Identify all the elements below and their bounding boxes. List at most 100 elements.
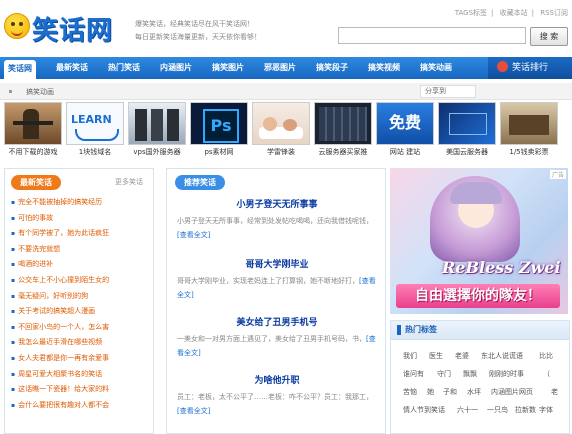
slogan-line-2: 每日更新笑话海量更新，天天依你看够！	[135, 33, 261, 41]
thumb-caption: 不用下载的游戏	[8, 148, 58, 156]
ranking-button[interactable]: 笑话排行	[488, 57, 572, 79]
nav-item-funny-jokes[interactable]: 搞笑段子	[316, 57, 348, 79]
thumb-item[interactable]: 免费 网站 建站	[376, 102, 434, 160]
tag-link[interactable]: 情人节到笑话	[403, 405, 445, 415]
logo-text: 笑话网	[32, 16, 114, 46]
tag-link[interactable]: 飘飘	[463, 369, 477, 379]
list-item[interactable]: 这话瞧一下瓷器！给大家的料	[11, 382, 151, 398]
list-item[interactable]: 完全不能被抽掉的搞笑经历	[11, 195, 151, 211]
tag-link[interactable]: 苦恼	[403, 387, 417, 397]
list-item[interactable]: 有个同学被了，她为此话疯狂	[11, 226, 151, 242]
list-item[interactable]: 不要洗完就想	[11, 242, 151, 258]
article-desc: 小男子登天无所事事，经常到处发帖吃喝喝，还向我借钱呢钱，[查看全文]	[177, 217, 373, 239]
nav-item-funny-videos[interactable]: 搞笑视频	[368, 57, 400, 79]
header-bar-icon	[397, 325, 401, 335]
game-ad-banner[interactable]: 广告 ReBless Zwei 自由選擇你的隊友！	[390, 168, 568, 314]
thumb-caption: 美国云服务器	[446, 148, 488, 156]
article-title[interactable]: 美女给了丑男手机号	[177, 315, 377, 328]
tag-link[interactable]: 拉新数	[515, 405, 536, 415]
top-links: TAGS标签 | 收藏本站 | RSS订阅	[454, 9, 568, 17]
more-jokes-link[interactable]: 更多笑话	[115, 177, 143, 187]
thumb-image-ps: Ps	[190, 102, 248, 145]
slogan-line-1: 爆笑笑话，经典笑话尽在风干笑话网！	[135, 20, 254, 28]
nav-item-funny-animations[interactable]: 搞笑动画	[420, 57, 452, 79]
main-nav: 笑话网 最新笑话 热门笑话 内涵图片 搞笑图片 邪恶图片 搞笑段子 搞笑视频 搞…	[0, 57, 572, 79]
nav-item-home[interactable]: 笑话网	[4, 60, 36, 79]
tag-link[interactable]: 谁问有	[403, 369, 424, 379]
tag-link[interactable]: 老	[551, 387, 558, 397]
bullet-icon	[9, 90, 12, 93]
tag-link[interactable]: 水坪	[467, 387, 481, 397]
tag-link[interactable]: 东北人说谎语	[481, 351, 523, 361]
tag-link[interactable]: 刚刚的时事	[489, 369, 524, 379]
tag-link[interactable]: 一只鸟	[487, 405, 508, 415]
nav-item-hot[interactable]: 热门笑话	[108, 57, 140, 79]
nav-item-connotation-pics[interactable]: 内涵图片	[160, 57, 192, 79]
article-desc: 员工：老板，太不公平了……老板：咋不公平？员工：我那工，[查看全文]	[177, 393, 373, 415]
ad-subtitle: 自由選擇你的隊友！	[396, 284, 560, 308]
search-input[interactable]	[338, 27, 526, 44]
bookmark-link[interactable]: 收藏本站	[500, 9, 528, 17]
ranking-label: 笑话排行	[512, 63, 549, 73]
list-item[interactable]: 喝酒的进补	[11, 257, 151, 273]
sub-nav: 搞笑动画 分享到	[0, 83, 572, 100]
tag-link[interactable]: 子和	[443, 387, 457, 397]
list-item[interactable]: 毫无疑问，好听别的狗	[11, 289, 151, 305]
list-item[interactable]: 可怕的事故	[11, 211, 151, 227]
site-header: 笑话网 爆笑笑话，经典笑话尽在风干笑话网！ 每日更新笑话海量更新，天天依你看够！…	[0, 0, 572, 55]
tag-link[interactable]: 内涵图片网页	[491, 387, 533, 397]
tag-link[interactable]: 字体	[539, 405, 553, 415]
list-item[interactable]: 周星可爱大相聚书名的笑话	[11, 367, 151, 383]
article-item: 哥哥大学刚毕业 哥哥大学刚毕业，实现老妈连上了打算钢，她不断地好打，[查看全文]	[177, 257, 377, 302]
tag-link[interactable]: 六十一	[457, 405, 478, 415]
ad-badge: 广告	[549, 170, 566, 179]
share-button[interactable]: 分享到	[420, 85, 476, 98]
tags-link[interactable]: TAGS标签	[455, 9, 487, 17]
tag-link[interactable]: 医生	[429, 351, 443, 361]
article-title[interactable]: 哥哥大学刚毕业	[177, 257, 377, 270]
read-more-link[interactable]: [查看全文]	[177, 231, 210, 239]
latest-jokes-title: 最新笑话	[11, 175, 61, 190]
latest-jokes-list: 完全不能被抽掉的搞笑经历 可怕的事故 有个同学被了，她为此话疯狂 不要洗完就想 …	[11, 195, 151, 413]
thumb-item[interactable]: 学雷锋装	[252, 102, 310, 160]
thumb-item[interactable]: 美国云服务器	[438, 102, 496, 160]
article-title[interactable]: 小男子登天无所事事	[177, 197, 377, 210]
tag-link[interactable]: 我们	[403, 351, 417, 361]
tag-link[interactable]: （	[543, 369, 550, 379]
list-item[interactable]: 不回家小鸟的一个人，怎么害	[11, 320, 151, 336]
list-item[interactable]: 会什么要把很有趣对人都不会	[11, 398, 151, 414]
article-desc: 哥哥大学刚毕业，实现老妈连上了打算钢，她不断地好打，[查看全文]	[177, 277, 376, 299]
rss-link[interactable]: RSS订阅	[540, 9, 568, 17]
thumb-item[interactable]: vps国外服务器	[128, 102, 186, 160]
thumb-image-learn: LEARN	[66, 102, 124, 145]
site-logo[interactable]: 笑话网	[4, 10, 122, 46]
article-item: 为啥他升职 员工：老板，太不公平了……老板：咋不公平？员工：我那工，[查看全文]	[177, 373, 377, 418]
list-item[interactable]: 女人夫君都是你一再有余爱事	[11, 351, 151, 367]
article-title[interactable]: 为啥他升职	[177, 373, 377, 386]
tag-link[interactable]: 老婆	[455, 351, 469, 361]
search-button[interactable]: 搜 索	[530, 27, 568, 46]
article-desc: 一美女和一对男方面上遇见了，美女给了丑男手机号码，书，[查看全文]	[177, 335, 376, 357]
tag-link[interactable]: 守门	[437, 369, 451, 379]
thumb-item[interactable]: 云服务器买家推	[314, 102, 372, 160]
nav-item-latest[interactable]: 最新笑话	[56, 57, 88, 79]
ad-title: ReBless Zwei	[442, 258, 561, 277]
tag-link[interactable]: 她	[427, 387, 434, 397]
thumb-caption: ps素材网	[204, 148, 234, 156]
nav-item-evil-pics[interactable]: 邪恶图片	[264, 57, 296, 79]
thumb-item[interactable]: 1/5钱卖彩票	[500, 102, 558, 160]
thumb-image-bed	[252, 102, 310, 145]
thumb-image-blue	[438, 102, 496, 145]
nav-item-funny-pics[interactable]: 搞笑图片	[212, 57, 244, 79]
list-item[interactable]: 我怎么最近手滑在哪些视频	[11, 335, 151, 351]
thumb-item[interactable]: Ps ps素材网	[190, 102, 248, 160]
tag-link[interactable]: 比比	[539, 351, 553, 361]
thumb-item[interactable]: 不用下载的游戏	[4, 102, 62, 160]
read-more-link[interactable]: [查看全文]	[177, 407, 210, 415]
list-item[interactable]: 关于考试的搞笑超人漫画	[11, 304, 151, 320]
thumb-caption: 网站 建站	[389, 148, 421, 156]
list-item[interactable]: 公交车上不小心撞到陌生女的	[11, 273, 151, 289]
subnav-label[interactable]: 搞笑动画	[26, 87, 54, 97]
thumb-image-free: 免费	[376, 102, 434, 145]
thumb-item[interactable]: LEARN 1块钱域名	[66, 102, 124, 160]
